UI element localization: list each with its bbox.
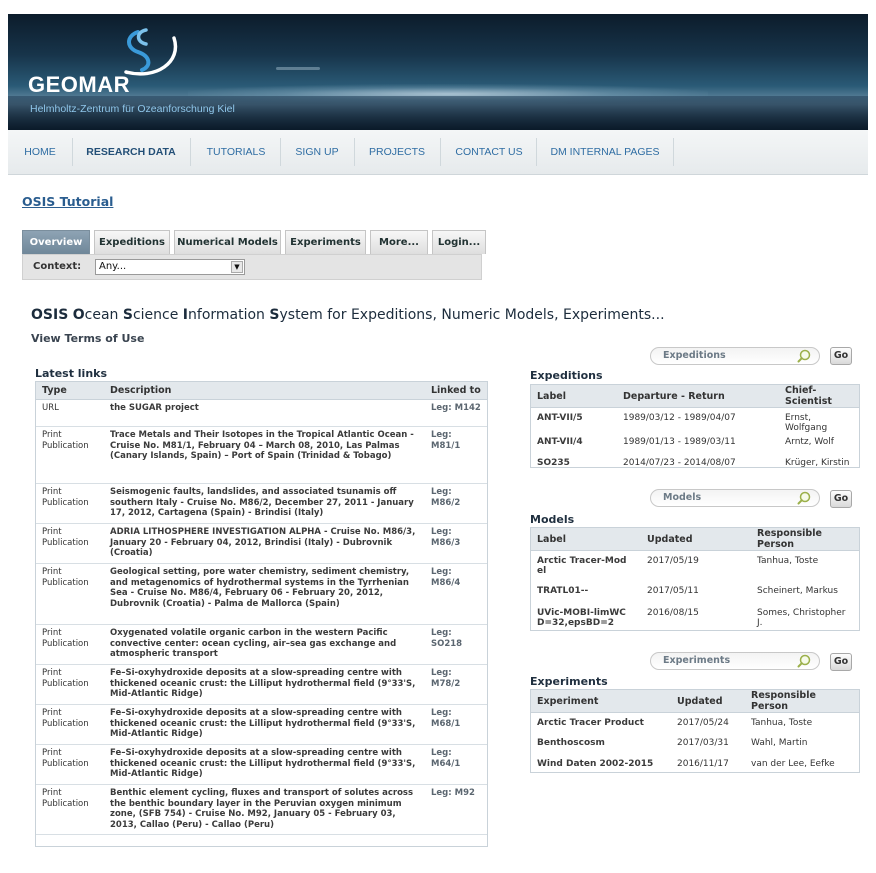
page-headline: OSIS Ocean Science Information System fo…	[31, 307, 665, 323]
tab-experiments[interactable]: Experiments	[285, 230, 366, 254]
latest-links-title: Latest links	[35, 367, 108, 380]
expeditions-go-button[interactable]: Go	[830, 347, 852, 365]
tab-numerical-models[interactable]: Numerical Models	[174, 230, 281, 254]
table-row[interactable]: Print Publication Fe–Si-oxyhydroxide depo…	[36, 744, 487, 785]
tab-expeditions[interactable]: Expeditions	[94, 230, 170, 254]
nav-tutorials[interactable]: TUTORIALS	[194, 130, 278, 174]
nav-projects[interactable]: PROJECTS	[358, 130, 436, 174]
table-row[interactable]: Arctic Tracer-Mod el 2017/05/19 Tanhua, To…	[531, 551, 859, 584]
table-row[interactable]: ANT-VII/5 1989/03/12 - 1989/04/07 Ernst, W…	[531, 408, 859, 433]
tab-overview[interactable]: Overview	[22, 230, 90, 254]
table-row[interactable]: Print Publication Geological setting, por…	[36, 563, 487, 625]
context-bar: Context: Any... ▼	[22, 254, 482, 280]
experiments-panel: Experiment Updated Responsible Person Ar…	[530, 689, 860, 773]
col-description: Description	[104, 382, 425, 400]
expeditions-panel: Label Departure - Return Chief-Scientist…	[530, 384, 860, 468]
models-search-input[interactable]: Models	[650, 489, 820, 507]
table-row[interactable]: Print Publication Benthic element cycling…	[36, 784, 487, 835]
island-silhouette	[276, 67, 320, 70]
logo-subtitle: Helmholtz-Zentrum für Ozeanforschung Kie…	[30, 103, 235, 115]
table-row[interactable]: UVic-MOBI-limWC D=32,epsBD=2 2016/08/15 So…	[531, 604, 859, 634]
table-row[interactable]: Benthoscosm 2017/03/31 Wahl, Martin	[531, 734, 859, 755]
models-go-button[interactable]: Go	[830, 490, 852, 508]
nav-contact-us[interactable]: CONTACT US	[444, 130, 534, 174]
models-table: Label Updated Responsible Person Arctic …	[531, 528, 859, 634]
expeditions-search-input[interactable]: Expeditions	[650, 347, 820, 365]
experiments-title: Experiments	[530, 675, 608, 688]
terms-of-use-link[interactable]: View Terms of Use	[31, 332, 144, 345]
experiments-search-input[interactable]: Experiments	[650, 652, 820, 670]
table-row[interactable]: Print Publication ADRIA LITHOSPHERE INVES…	[36, 523, 487, 564]
table-row[interactable]: ANT-VII/4 1989/01/13 - 1989/03/11 Arntz, W…	[531, 433, 859, 454]
models-title: Models	[530, 513, 575, 526]
experiments-table: Experiment Updated Responsible Person Ar…	[531, 690, 859, 776]
page: GEOMAR Helmholtz-Zentrum für Ozeanforsch…	[8, 0, 868, 873]
table-row[interactable]: Print Publication Trace Metals and Their …	[36, 426, 487, 484]
tab-login[interactable]: Login...	[432, 230, 486, 254]
table-row[interactable]: Wind Daten 2002-2015 2016/11/17 van der Le…	[531, 755, 859, 776]
table-row[interactable]: Print Publication Fe–Si-oxyhydroxide depo…	[36, 704, 487, 745]
nav-sign-up[interactable]: SIGN UP	[284, 130, 350, 174]
expeditions-table: Label Departure - Return Chief-Scientist…	[531, 385, 859, 475]
context-select[interactable]: Any... ▼	[95, 259, 245, 275]
table-row[interactable]: TRATL01-- 2017/05/11 Scheinert, Markus	[531, 584, 859, 604]
osis-tutorial-link[interactable]: OSIS Tutorial	[22, 194, 113, 209]
experiments-go-button[interactable]: Go	[830, 653, 852, 671]
header-banner: GEOMAR Helmholtz-Zentrum für Ozeanforsch…	[8, 14, 868, 130]
nav-dm-internal-pages[interactable]: DM INTERNAL PAGES	[540, 130, 670, 174]
table-row[interactable]: URL the SUGAR project Leg: M142	[36, 399, 487, 427]
logo-text: GEOMAR	[28, 72, 130, 97]
col-type: Type	[36, 382, 104, 400]
main-nav: HOME RESEARCH DATA TUTORIALS SIGN UP PRO…	[8, 130, 868, 175]
search-icon	[797, 491, 811, 505]
table-row[interactable]: Print Publication Seismogenic faults, lan…	[36, 483, 487, 524]
nav-research-data[interactable]: RESEARCH DATA	[78, 130, 184, 174]
table-row[interactable]: Print Publication Oxygenated volatile org…	[36, 624, 487, 665]
context-label: Context:	[33, 261, 82, 272]
col-linked-to: Linked to	[425, 382, 487, 400]
tab-more[interactable]: More...	[370, 230, 428, 254]
table-row[interactable]: SO235 2014/07/23 - 2014/08/07 Krüger, Kirs…	[531, 454, 859, 475]
table-row[interactable]: Print Publication Fe–Si-oxyhydroxide depo…	[36, 664, 487, 705]
search-icon	[797, 654, 811, 668]
latest-links-box: Type Description Linked to URL the SUGAR …	[35, 381, 488, 847]
nav-home[interactable]: HOME	[10, 130, 70, 174]
models-panel: Label Updated Responsible Person Arctic …	[530, 527, 860, 631]
table-row[interactable]: Arctic Tracer Product 2017/05/24 Tanhua, T…	[531, 713, 859, 734]
expeditions-title: Expeditions	[530, 369, 603, 382]
latest-links-table: Type Description Linked to URL the SUGAR …	[36, 382, 487, 835]
chevron-down-icon: ▼	[231, 261, 243, 273]
search-icon	[797, 349, 811, 363]
